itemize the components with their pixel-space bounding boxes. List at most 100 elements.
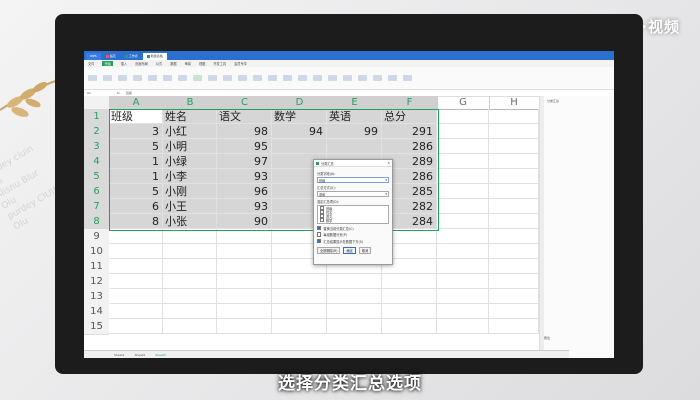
empty-cell[interactable] [489,229,539,244]
empty-cell[interactable] [437,319,489,334]
sheet-icon[interactable] [358,75,367,81]
empty-cell[interactable] [327,289,382,304]
table-cell[interactable]: 3 [109,124,163,139]
empty-cell[interactable] [163,259,217,274]
column-header-f[interactable]: F [382,96,438,110]
fill-icon[interactable] [313,75,322,81]
table-cell[interactable]: 97 [217,154,272,169]
checkbox[interactable] [317,232,322,237]
empty-cell[interactable] [217,304,272,319]
empty-cell[interactable] [109,274,163,289]
empty-cell[interactable] [489,199,539,214]
row-header[interactable]: 7 [84,199,109,215]
menu-formula[interactable]: 公式 [156,61,162,66]
row-header[interactable]: 9 [84,229,109,245]
empty-cell[interactable] [437,259,489,274]
cut-icon[interactable] [103,75,112,81]
paste-icon[interactable] [88,75,97,81]
table-cell[interactable]: 5 [109,184,163,199]
table-cell[interactable]: 小张 [163,214,217,229]
table-cell[interactable]: 99 [327,124,382,139]
empty-cell[interactable] [437,169,489,184]
row-col-icon[interactable] [343,75,352,81]
row-header[interactable]: 2 [84,124,109,140]
freeze-icon[interactable] [373,75,382,81]
table-style-icon[interactable] [253,75,262,81]
empty-cell[interactable] [217,244,272,259]
find-icon[interactable] [388,75,397,81]
row-header[interactable]: 1 [84,109,109,125]
column-header-e[interactable]: E [327,96,383,110]
empty-cell[interactable] [489,259,539,274]
empty-cell[interactable] [437,214,489,229]
row-header[interactable]: 10 [84,244,109,260]
table-cell[interactable]: 286 [382,139,437,154]
name-box[interactable]: A1 [84,91,117,95]
sheet-tab-3[interactable]: Sheet3 [155,353,166,357]
header-cell[interactable]: 语文 [217,109,272,124]
wrap-icon[interactable] [193,75,202,81]
formula-input[interactable]: 班级 [126,91,132,95]
sheet-tab-2[interactable]: Sheet2 [135,353,146,357]
merge-icon[interactable] [178,75,187,81]
percent-icon[interactable] [223,75,232,81]
remove-all-button[interactable]: 全部删除(R) [317,246,341,254]
row-header[interactable]: 8 [84,214,109,230]
empty-cell[interactable] [217,319,272,334]
empty-cell[interactable] [109,319,163,334]
table-cell[interactable] [272,139,327,154]
list-item[interactable]: 数学 [318,218,388,223]
table-cell[interactable]: 291 [382,124,437,139]
menu-member[interactable]: 会员专享 [234,61,247,66]
sum-icon[interactable] [268,75,277,81]
empty-cell[interactable] [489,139,539,154]
pagebreak-option[interactable]: 每组数据分页(P) [317,232,389,237]
table-cell[interactable]: 小红 [163,124,217,139]
table-cell[interactable]: 小明 [163,139,217,154]
table-cell[interactable]: 1 [109,154,163,169]
empty-cell[interactable] [272,289,327,304]
tab-wps[interactable]: WPS [86,53,101,60]
checkbox[interactable] [317,238,322,244]
empty-cell[interactable] [489,319,539,334]
cell-icon[interactable] [328,75,337,81]
empty-cell[interactable] [163,319,217,334]
table-cell[interactable]: 93 [217,199,272,214]
table-cell[interactable]: 8 [109,214,163,229]
row-header[interactable]: 14 [84,304,109,320]
summary-function-select[interactable]: 求和 ▾ [317,191,389,197]
table-cell[interactable]: 93 [217,169,272,184]
table-cell[interactable]: 96 [217,184,272,199]
row-header[interactable]: 11 [84,259,109,275]
conditional-format-icon[interactable] [238,75,247,81]
tab-new-sheet[interactable]: 新建表格 [142,53,167,60]
empty-cell[interactable] [437,109,489,124]
table-cell[interactable] [327,139,382,154]
menu-home[interactable]: 开始 [102,61,113,66]
empty-cell[interactable] [489,184,539,199]
row-header[interactable]: 13 [84,289,109,305]
empty-cell[interactable] [382,319,437,334]
empty-cell[interactable] [109,229,163,244]
bold-icon[interactable] [148,75,157,81]
empty-cell[interactable] [489,169,539,184]
header-cell[interactable]: 数学 [272,109,327,124]
column-header-g[interactable]: G [437,96,490,110]
menu-insert[interactable]: 插入 [121,61,127,66]
column-header-d[interactable]: D [272,96,328,110]
empty-cell[interactable] [163,304,217,319]
header-cell[interactable]: 姓名 [163,109,217,124]
filter-icon[interactable] [283,75,292,81]
sort-icon[interactable] [298,75,307,81]
empty-cell[interactable] [437,289,489,304]
empty-cell[interactable] [489,244,539,259]
empty-cell[interactable] [109,289,163,304]
menu-review[interactable]: 审阅 [185,61,191,66]
empty-cell[interactable] [163,229,217,244]
table-cell[interactable]: 95 [217,139,272,154]
table-cell[interactable]: 5 [109,139,163,154]
empty-cell[interactable] [217,229,272,244]
empty-cell[interactable] [272,319,327,334]
empty-cell[interactable] [163,274,217,289]
empty-cell[interactable] [327,304,382,319]
